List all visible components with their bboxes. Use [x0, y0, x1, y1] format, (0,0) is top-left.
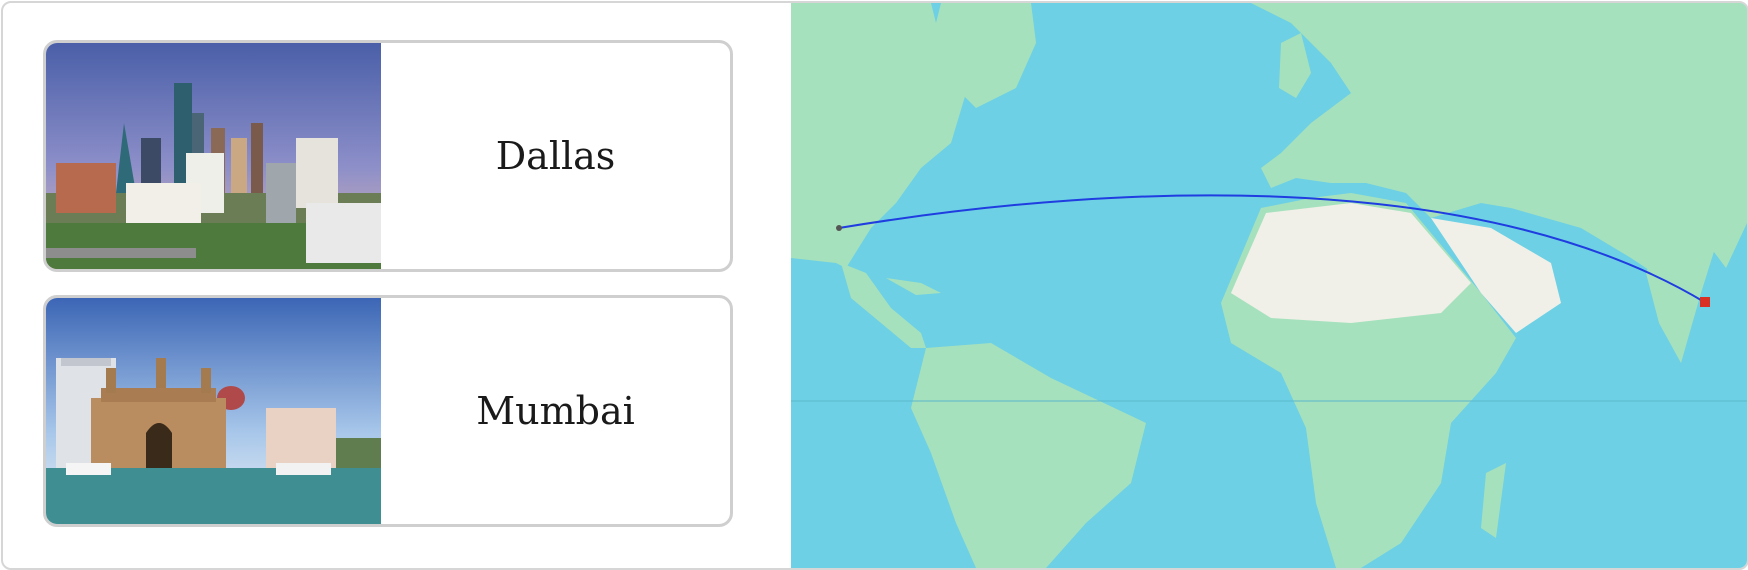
dallas-skyline-photo [46, 43, 381, 269]
dallas-marker[interactable] [836, 225, 842, 231]
route-card-panel: Dallas Mumbai [1, 1, 1748, 570]
origin-city-card[interactable]: Dallas [43, 40, 733, 272]
destination-city-card[interactable]: Mumbai [43, 295, 733, 527]
route-map[interactable] [791, 3, 1747, 568]
origin-city-name: Dallas [495, 134, 616, 178]
mumbai-marker[interactable] [1700, 297, 1710, 307]
destination-city-name: Mumbai [476, 389, 635, 433]
mumbai-gateway-photo [46, 298, 381, 524]
